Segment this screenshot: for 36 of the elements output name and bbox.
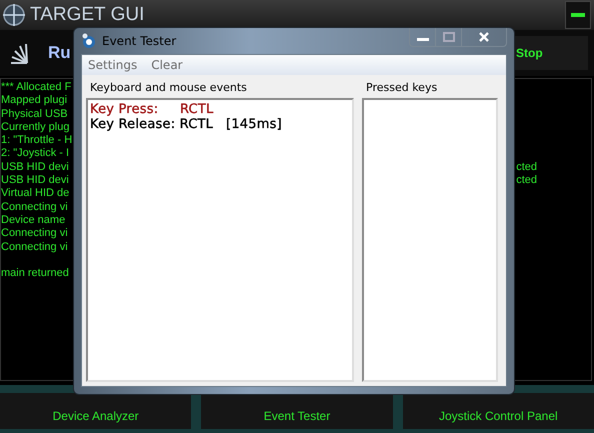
log-line: Connecting vi	[1, 240, 68, 254]
close-icon	[478, 32, 490, 42]
log-line: USB HID devi	[1, 174, 69, 188]
app-icon	[81, 33, 97, 49]
minimize-button[interactable]	[565, 1, 591, 29]
maximize-icon	[442, 32, 454, 42]
log-line: Connecting vi	[1, 200, 68, 214]
log-line: USB HID devi	[1, 160, 69, 174]
log-line: Currently plug	[1, 120, 70, 134]
pressed-keys-label: Pressed keys	[365, 80, 438, 96]
app-title: TARGET GUI	[30, 4, 144, 26]
spinner-icon	[10, 42, 28, 64]
log-line: Mapped plugi	[1, 94, 68, 108]
event-line: Key Release: RCTL [145ms]	[90, 117, 282, 132]
log-line: Virtual HID de	[1, 187, 70, 201]
menu-item[interactable]: Clear	[151, 58, 183, 72]
log-line: *** Allocated F	[1, 81, 72, 94]
menu-item[interactable]: Settings	[88, 58, 138, 72]
stop-button[interactable]: Stop	[512, 36, 588, 70]
log-line: main returned	[1, 267, 69, 280]
log-line: cted	[516, 160, 537, 174]
events-label: Keyboard and mouse events	[89, 80, 248, 96]
log-line: Device name	[1, 214, 66, 228]
dialog-title: Event Tester	[102, 34, 176, 48]
log-line: 1: "Throttle - H	[1, 134, 72, 148]
log-line: Connecting vi	[1, 227, 68, 241]
log-line: Physical USB	[1, 108, 68, 121]
run-label: Ru	[48, 43, 71, 63]
log-line: 2: "Joystick - I	[1, 147, 70, 161]
panel-button[interactable]: Device Analyzer	[0, 393, 192, 429]
panel-button[interactable]: Event Tester	[201, 393, 393, 429]
panel-button[interactable]: Joystick Control Panel	[402, 393, 594, 429]
crosshair-icon	[2, 3, 26, 27]
log-line: cted	[516, 174, 537, 188]
event-line: Key Press: RCTL	[90, 102, 214, 117]
minimize-icon	[571, 13, 585, 17]
